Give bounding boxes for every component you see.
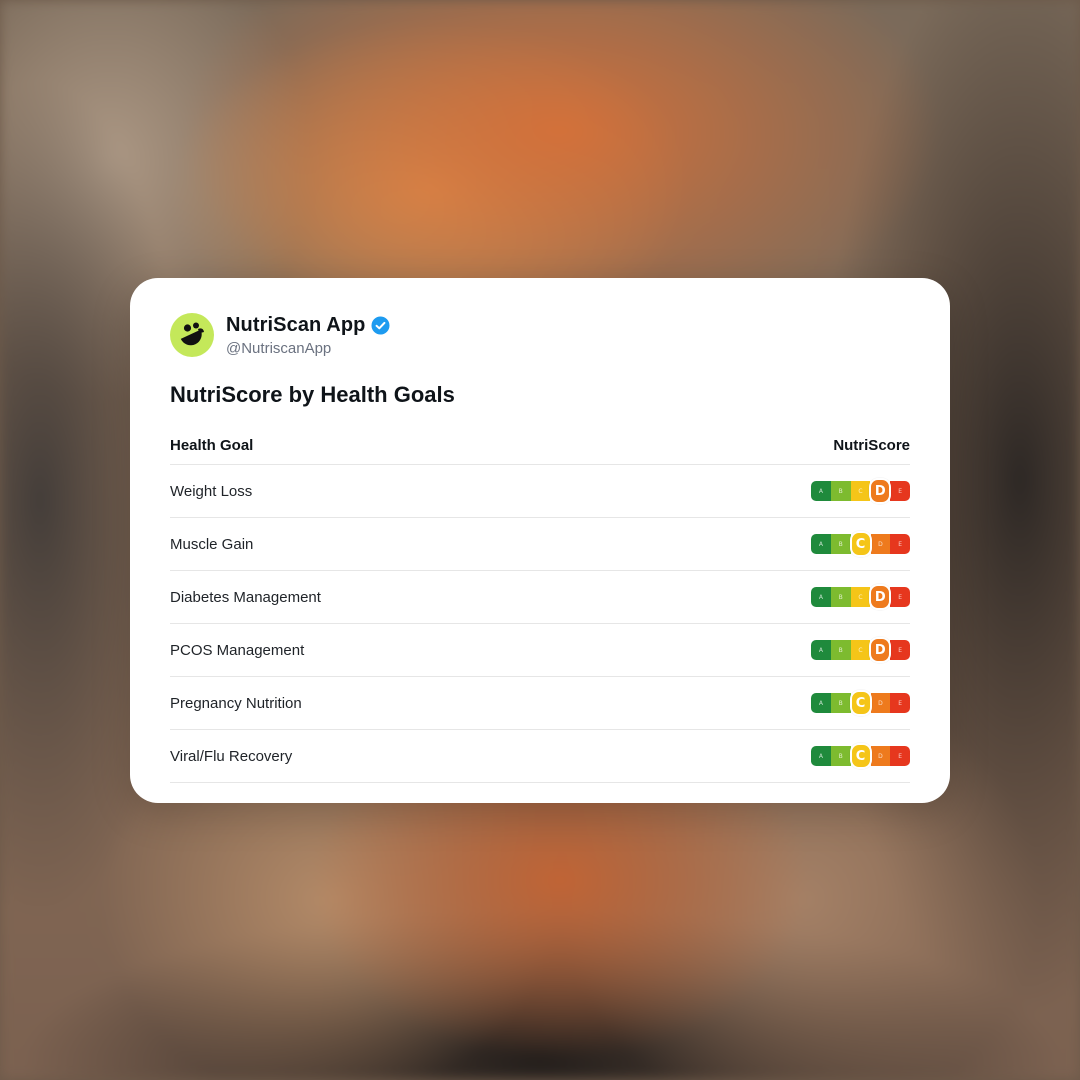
- nutriscore-badge: ABCDE: [811, 742, 911, 770]
- post-title: NutriScore by Health Goals: [170, 382, 455, 407]
- nutriscore-grade: B: [830, 746, 851, 766]
- account-handle[interactable]: @NutriscanApp: [226, 340, 390, 357]
- nutriscore-grade: B: [830, 534, 851, 554]
- nutriscore-grade: E: [890, 693, 911, 713]
- nutriscore-badge: ABCDE: [811, 530, 911, 558]
- nutriscore-grade: A: [811, 534, 831, 554]
- post-card: NutriScan App @NutriscanApp NutriScore b…: [130, 278, 950, 803]
- nutriscore-badge: ABCDE: [811, 689, 911, 717]
- nutriscore-grade: D: [870, 534, 891, 554]
- post-header: NutriScan App @NutriscanApp: [170, 312, 910, 358]
- health-goal-label: Muscle Gain: [170, 535, 254, 553]
- nutriscore-grade: B: [830, 481, 851, 501]
- name-row: NutriScan App: [226, 314, 390, 337]
- nutriscore-grade: C: [850, 587, 871, 607]
- nutriscore-grade: A: [811, 693, 831, 713]
- nutriscore-grade: C: [850, 481, 871, 501]
- nutriscore-grade: A: [811, 640, 831, 660]
- health-goal-label: Viral/Flu Recovery: [170, 747, 293, 765]
- nutriscore-grade: E: [890, 481, 911, 501]
- nutriscore-active-grade: D: [869, 584, 892, 610]
- table-row: Muscle Gain A B C D E: [170, 518, 911, 571]
- app-name[interactable]: NutriScan App: [226, 314, 365, 337]
- health-goal-label: Diabetes Management: [170, 588, 321, 606]
- nutriscore-active-grade: D: [869, 478, 892, 504]
- nutriscore-grade: E: [890, 746, 911, 766]
- table-row: Diabetes Management A B C D E: [170, 571, 911, 624]
- nutriscore-grade: A: [811, 587, 831, 607]
- column-header-nutriscore: NutriScore: [833, 437, 910, 454]
- nutriscore-badge: ABCDE: [811, 477, 911, 505]
- nutriscore-grade: B: [830, 587, 851, 607]
- nutriscore-active-grade: C: [849, 531, 872, 557]
- nutriscore-grade: E: [890, 587, 911, 607]
- nutriscore-active-grade: C: [849, 690, 872, 716]
- nutriscore-grade: B: [830, 640, 851, 660]
- nutriscore-grade: E: [890, 534, 911, 554]
- table-row: PCOS Management A B C D E: [170, 624, 911, 677]
- health-goal-label: PCOS Management: [170, 641, 305, 659]
- health-goal-label: Weight Loss: [170, 482, 253, 500]
- account-info: NutriScan App @NutriscanApp: [226, 314, 390, 357]
- nutriscore-grade: B: [830, 693, 851, 713]
- nutriscore-badge: ABCDE: [811, 583, 911, 611]
- nutriscore-active-grade: C: [849, 743, 872, 769]
- nutriscore-grade: C: [850, 640, 871, 660]
- nutriscore-grade: E: [890, 640, 911, 660]
- health-goal-label: Pregnancy Nutrition: [170, 694, 302, 712]
- table-row: Weight Loss A B C D E: [170, 465, 911, 518]
- table-row: Viral/Flu Recovery A B C D E: [170, 730, 911, 783]
- nutriscore-table: Health Goal NutriScore Weight Loss A B C D E M…: [170, 427, 911, 783]
- nutriscore-grade: A: [811, 481, 831, 501]
- nutriscore-grade: D: [870, 693, 891, 713]
- nutriscore-badge: ABCDE: [811, 636, 911, 664]
- table-header: Health Goal NutriScore: [170, 427, 910, 465]
- nutriscore-grade: A: [811, 746, 831, 766]
- nutriscore-grade: D: [870, 746, 891, 766]
- nutriscore-active-grade: D: [869, 637, 892, 663]
- table-body: Weight Loss A B C D E Muscle Gain A B C D E Diabetes…: [170, 465, 911, 783]
- column-header-health-goal: Health Goal: [170, 437, 254, 454]
- table-row: Pregnancy Nutrition A B C D E: [170, 677, 911, 730]
- verified-badge-icon: [371, 316, 390, 335]
- nutriscan-logo-icon[interactable]: [170, 313, 214, 357]
